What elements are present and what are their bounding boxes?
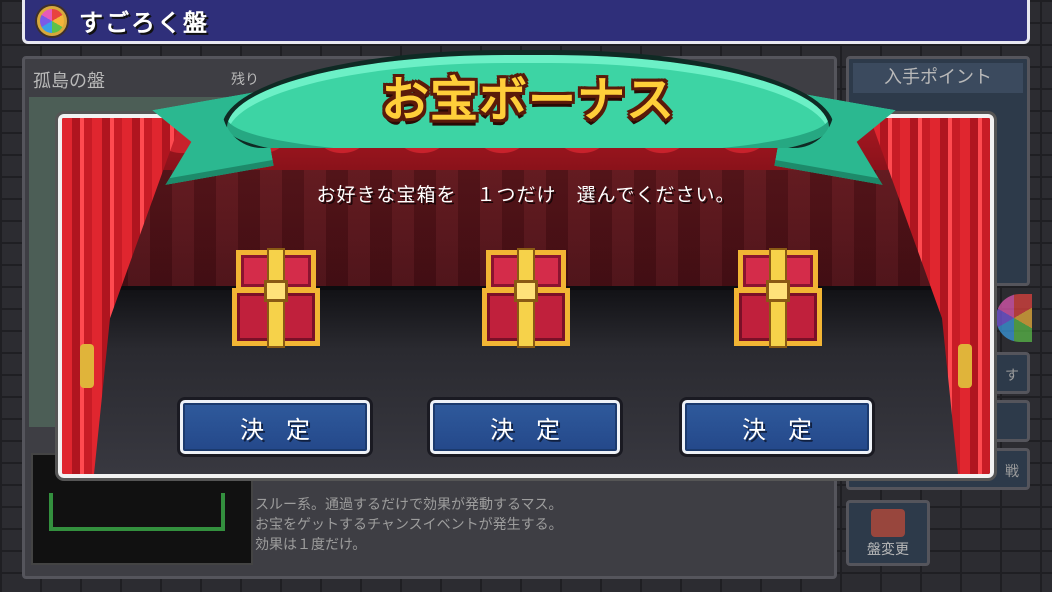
change-board-label: 盤変更 [867, 542, 909, 558]
decide-button-1[interactable]: 決定 [180, 400, 370, 454]
chest-lock [264, 280, 288, 302]
board-change-icon [871, 509, 905, 537]
description-line: お宝をゲットするチャンスイベントが発生する。 [255, 517, 563, 533]
treasure-chest-icon[interactable] [734, 250, 822, 346]
side-button-label: 戦 [1005, 464, 1019, 480]
roulette-wheel-icon [37, 5, 67, 36]
change-board-button[interactable]: 盤変更 [846, 500, 930, 566]
left-tassel [80, 344, 94, 388]
title-bar: すごろく盤 [22, 0, 1030, 44]
selection-prompt: お好きな宝箱を １つだけ 選んでください。 [316, 184, 736, 206]
dialog-title: お宝ボーナス [380, 72, 675, 128]
square-description: スルー系。通過するだけで効果が発動するマス。 お宝をゲットするチャンスイベントが… [255, 495, 563, 555]
board-name: 孤島の盤 [33, 71, 105, 92]
description-line: 効果は１度だけ。 [255, 537, 367, 553]
chest-lock [766, 280, 790, 302]
description-line: スルー系。通過するだけで効果が発動するマス。 [255, 497, 563, 513]
right-tassel [958, 344, 972, 388]
page-title: すごろく盤 [79, 9, 209, 37]
treasure-chest-icon[interactable] [232, 250, 320, 346]
decide-button-3[interactable]: 決定 [682, 400, 872, 454]
side-button-label: す [1005, 368, 1019, 384]
decide-button-2[interactable]: 決定 [430, 400, 620, 454]
treasure-chest-icon[interactable] [482, 250, 570, 346]
chest-lock [514, 280, 538, 302]
points-title: 入手ポイント [853, 63, 1023, 93]
minimap-route [49, 493, 225, 531]
